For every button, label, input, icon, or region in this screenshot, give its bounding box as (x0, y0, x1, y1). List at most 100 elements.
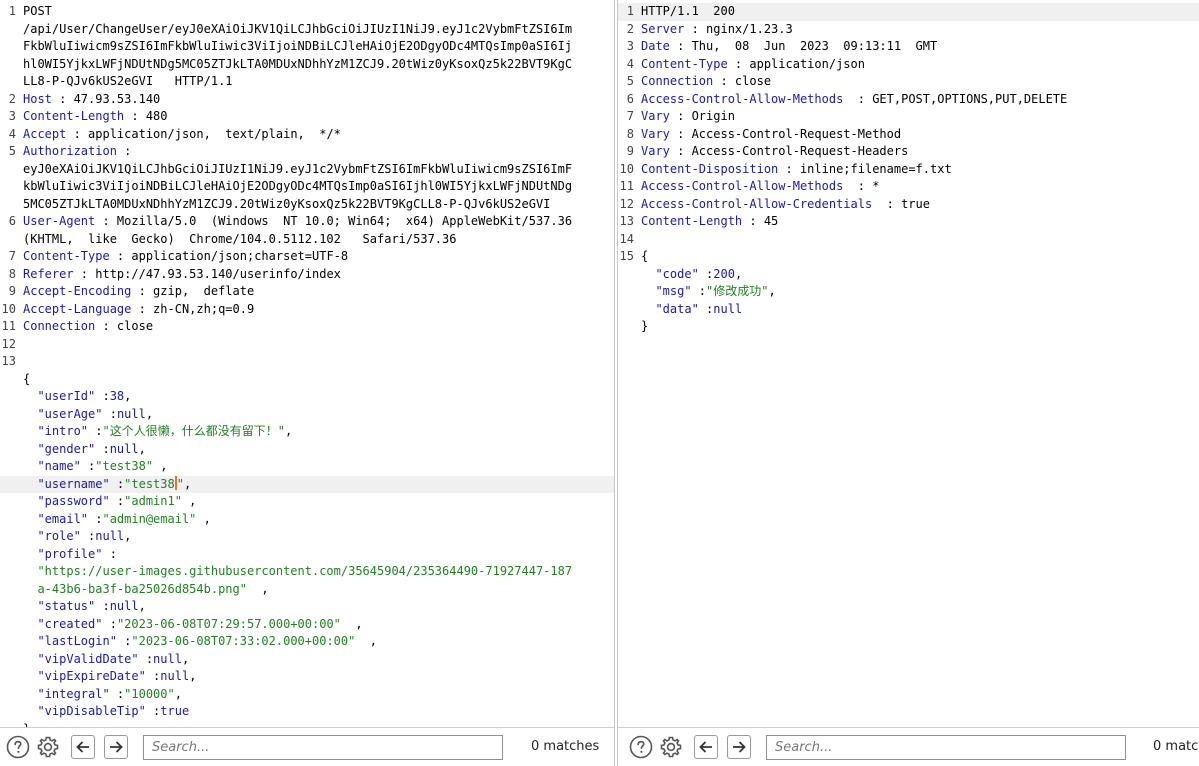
line-number: 6 (8, 214, 16, 228)
code-line: eyJ0eXAiOiJKV1QiLCJhbGciOiJIUzI1NiJ9.eyJ… (0, 161, 614, 179)
token-string: "2023-06-08T07:33:02.000+00:00" (131, 634, 356, 648)
token-key: Content-Disposition (641, 161, 779, 176)
code-line: "name" :"test38" , (0, 458, 614, 476)
token-key: Vary (641, 109, 670, 123)
line-content: Access-Control-Allow-Credentials : true (641, 196, 930, 214)
code-line: "intro" :"这个人很懒，什么都没有留下！", (0, 423, 614, 441)
token-key: "status" (23, 599, 96, 613)
line-content: "created" :"2023-06-08T07:29:57.000+00:0… (23, 616, 362, 634)
token-value: 200 (713, 266, 735, 281)
token-text: , (768, 284, 776, 298)
token-key: Connection (23, 319, 96, 333)
arrow-right-icon (110, 741, 123, 753)
line-number: 4 (8, 126, 16, 141)
arrow-left-icon (76, 741, 89, 753)
next-match-button[interactable] (727, 735, 751, 759)
line-content: POST (23, 3, 52, 21)
token-key: "password" (23, 494, 110, 508)
code-line: "email" :"admin@email" , (0, 511, 614, 529)
code-line: 7 Content-Type : application/json;charset… (0, 248, 614, 266)
token-text: : nginx/1.23.3 (684, 21, 793, 36)
token-key: "profile" (23, 546, 103, 561)
line-content: Accept : application/json, text/plain, *… (23, 126, 341, 144)
request-editor[interactable]: 1 POST/api/User/ChangeUser/eyJ0eXAiOiJKV1… (0, 0, 614, 728)
line-content: Accept-Language : zh-CN,zh;q=0.9 (23, 301, 254, 319)
token-key: "username" (23, 476, 110, 491)
token-key: Accept-Language (23, 301, 132, 316)
token-text: : (109, 686, 125, 701)
line-content: "userAge" :null, (23, 406, 153, 424)
line-content: "password" :"admin1" , (23, 493, 196, 511)
token-text: : (102, 546, 117, 561)
token-text: (KHTML, like Gecko) Chrome/104.0.5112.10… (23, 231, 457, 246)
line-content: "name" :"test38" , (23, 458, 167, 476)
settings-button[interactable] (659, 735, 683, 759)
line-number: 9 (8, 284, 16, 298)
line-content: Content-Disposition : inline;filename=f.… (641, 161, 952, 179)
line-content: "username" :"test38 ", (23, 475, 191, 494)
token-text: : (691, 284, 707, 298)
token-text: : (145, 669, 161, 683)
code-line: 8 Referer : http://47.93.53.140/userinfo/… (0, 266, 614, 284)
line-number: 6 (626, 91, 634, 106)
token-text: : (80, 529, 96, 543)
token-key: Access-Control-Allow-Methods (641, 91, 844, 106)
token-key: Vary (641, 144, 670, 158)
code-line: "vipExpireDate" :null, (0, 668, 614, 686)
token-text: : 45 (742, 214, 779, 228)
next-match-button[interactable] (104, 735, 128, 759)
token-key: "vipExpireDate" (23, 669, 146, 683)
token-key: "vipDisableTip" (23, 704, 146, 718)
token-value: null (95, 529, 125, 543)
code-line: 12 Access-Control-Allow-Credentials : tru… (618, 196, 1199, 214)
code-line: 9 Vary : Access-Control-Request-Headers (618, 143, 1199, 161)
line-number: 9 (626, 144, 634, 158)
token-string: " (176, 476, 184, 491)
code-line: "profile" : (0, 546, 614, 564)
line-number: 5 (626, 74, 634, 88)
code-line: 1 POST (0, 3, 614, 21)
token-text: , (246, 581, 269, 596)
token-text: : (95, 389, 110, 403)
settings-button[interactable] (36, 735, 60, 759)
line-content: LL8-P-QJv6kUS2eGVI HTTP/1.1 (23, 73, 233, 91)
line-content: Connection : close (641, 73, 771, 91)
code-line: /api/User/ChangeUser/eyJ0eXAiOiJKV1QiLCJ… (0, 21, 614, 39)
gear-icon (660, 736, 682, 758)
line-content: Vary : Access-Control-Request-Headers (641, 143, 908, 161)
line-number: 1 (626, 4, 634, 18)
code-line: 9 Accept-Encoding : gzip, deflate (0, 283, 614, 301)
code-line: 15 { (618, 248, 1199, 266)
line-content: Accept-Encoding : gzip, deflate (23, 283, 254, 301)
token-key: "vipValidDate" (23, 651, 139, 666)
token-key: Accept (23, 126, 67, 141)
token-key: "lastLogin" (23, 634, 117, 648)
token-text: HTTP/1.1 200 (641, 4, 735, 18)
token-string: "修改成功" (706, 284, 769, 298)
token-key: Authorization (23, 144, 117, 158)
help-button[interactable] (6, 735, 30, 759)
token-text: , (734, 266, 743, 281)
help-button[interactable] (629, 735, 653, 759)
token-text: , (181, 494, 197, 508)
token-text: : (80, 459, 96, 473)
line-content: "vipDisableTip" :true (23, 703, 189, 721)
code-line: 2 Server : nginx/1.23.3 (618, 21, 1199, 39)
response-search-input[interactable] (766, 735, 1126, 760)
token-key: "userId" (23, 389, 96, 403)
code-line: "userId" :38, (0, 388, 614, 406)
token-key: "created" (23, 616, 103, 631)
line-content: Host : 47.93.53.140 (23, 91, 160, 109)
token-text: : true (872, 196, 930, 211)
token-text: POST (23, 4, 52, 18)
response-editor[interactable]: 1 HTTP/1.1 200 2 Server : nginx/1.23.3 3 Date… (618, 0, 1199, 728)
previous-match-button[interactable] (694, 735, 718, 759)
line-content: "intro" :"这个人很懒，什么都没有留下！", (23, 423, 292, 441)
token-text: : 47.93.53.140 (51, 91, 161, 106)
code-line: 5 Authorization : (0, 143, 614, 161)
line-content: Content-Length : 480 (23, 108, 168, 126)
line-content: "role" :null, (23, 528, 131, 546)
request-search-input[interactable] (143, 735, 503, 760)
line-number: 5 (8, 144, 16, 158)
previous-match-button[interactable] (71, 735, 95, 759)
